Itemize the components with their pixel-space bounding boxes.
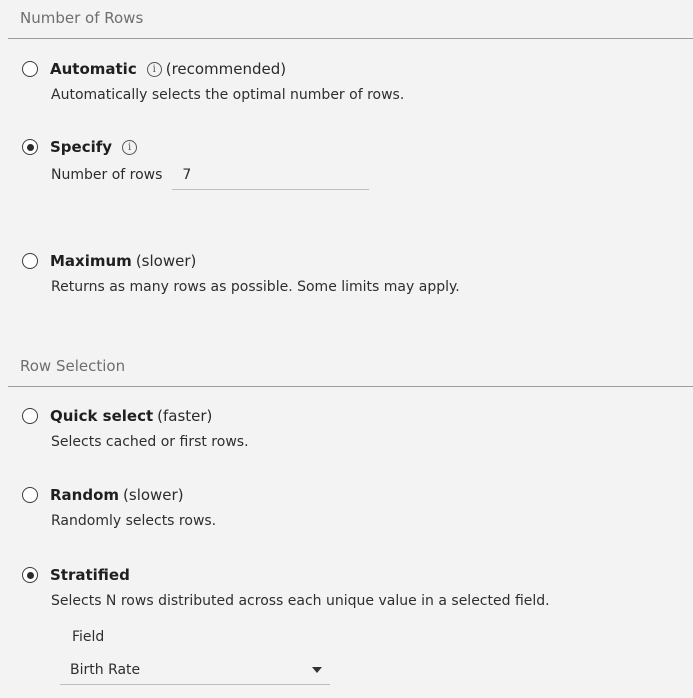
caret-down-icon[interactable] (312, 666, 322, 673)
quick-select-description: Selects cached or first rows. (51, 434, 249, 450)
specify-title[interactable]: Specify (50, 138, 112, 156)
number-of-rows-row: Number of rows (51, 163, 683, 190)
random-option: Random (slower) Randomly selects rows. (22, 484, 683, 529)
number-of-rows-input[interactable] (172, 163, 370, 190)
stratified-title[interactable]: Stratified (50, 566, 130, 584)
random-radio[interactable] (22, 487, 38, 503)
random-note: (slower) (123, 486, 184, 504)
field-label: Field (72, 629, 105, 645)
automatic-option: Automatic i (recommended) Automatically … (22, 58, 683, 103)
specify-radio[interactable] (22, 139, 38, 155)
stratified-radio[interactable] (22, 567, 38, 583)
specify-option: Specify i Number of rows (22, 136, 683, 190)
field-dropdown-value: Birth Rate (70, 661, 141, 678)
maximum-option: Maximum (slower) Returns as many rows as… (22, 250, 683, 295)
automatic-info-icon[interactable]: i (146, 61, 162, 77)
quick-select-note: (faster) (157, 407, 213, 425)
automatic-note: (recommended) (165, 60, 287, 78)
random-title[interactable]: Random (50, 486, 119, 504)
stratified-option: Stratified Selects N rows distributed ac… (22, 564, 683, 609)
random-description: Randomly selects rows. (51, 513, 217, 529)
maximum-note: (slower) (135, 252, 197, 270)
specify-info-icon[interactable]: i (122, 139, 138, 155)
quick-select-radio[interactable] (22, 408, 38, 424)
row-selection-divider (8, 386, 693, 387)
maximum-radio[interactable] (22, 253, 38, 269)
automatic-title[interactable]: Automatic (50, 60, 137, 78)
maximum-description: Returns as many rows as possible. Some l… (51, 279, 460, 295)
quick-select-title[interactable]: Quick select (50, 407, 153, 425)
quick-select-option: Quick select (faster) Selects cached or … (22, 405, 683, 450)
maximum-title[interactable]: Maximum (50, 252, 132, 270)
row-selection-header: Row Selection (20, 357, 126, 375)
number-of-rows-label: Number of rows (51, 167, 163, 183)
automatic-radio[interactable] (22, 61, 38, 77)
automatic-description: Automatically selects the optimal number… (51, 87, 405, 103)
number-of-rows-header: Number of Rows (20, 9, 144, 27)
sampling-panel: Number of Rows Automatic i (recommended)… (0, 0, 693, 698)
field-dropdown[interactable]: Birth Rate (60, 655, 330, 685)
number-of-rows-divider (8, 38, 693, 39)
stratified-description: Selects N rows distributed across each u… (51, 593, 550, 609)
